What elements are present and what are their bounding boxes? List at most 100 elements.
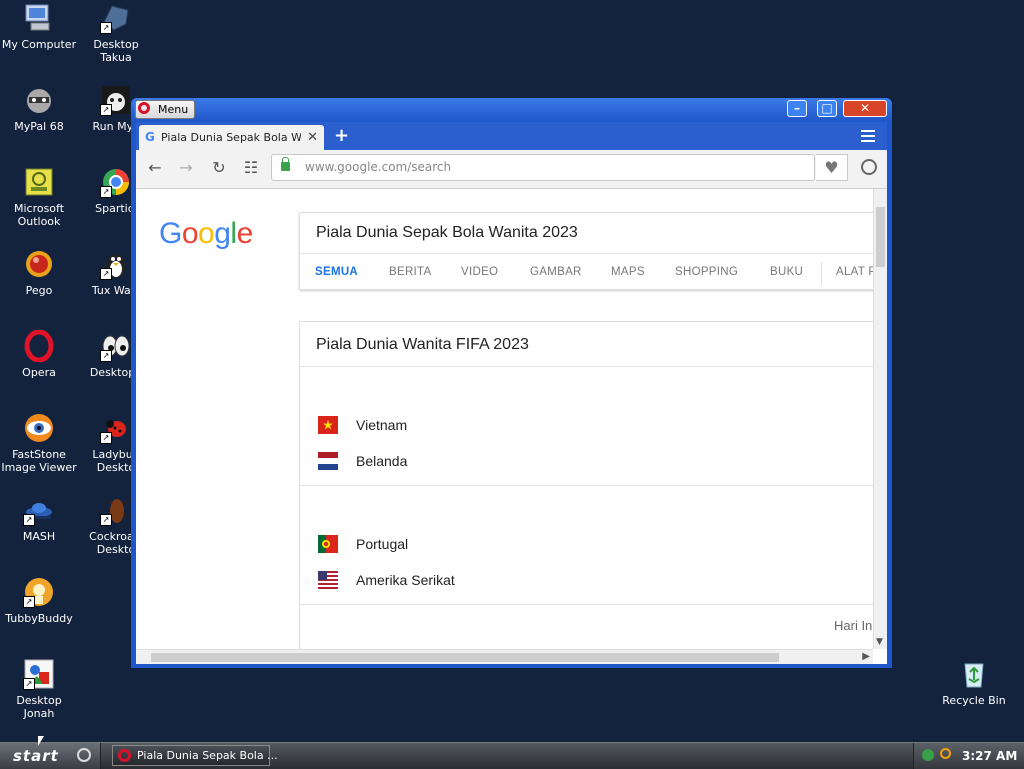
tab-close-icon[interactable]: ✕ (307, 125, 318, 150)
tab-video[interactable]: VIDEO (461, 266, 498, 278)
cat-icon: ↗ (100, 84, 132, 116)
team-name: Portugal (356, 536, 409, 552)
desktop-icon-desktop-jonah[interactable]: ↗ Desktop Jonah (0, 658, 78, 720)
google-logo-letter: o (181, 217, 199, 250)
desktop-icon-faststone[interactable]: FastStone Image Viewer (0, 412, 78, 474)
tab-semua[interactable]: SEMUA (315, 266, 358, 278)
desktop-icon-label: Desktop Jonah (16, 694, 62, 720)
desktop-icon-label: MASH (22, 530, 56, 543)
google-logo[interactable]: Google (159, 217, 253, 251)
title-bar[interactable]: Menu – □ ✕ (131, 98, 892, 122)
desktop-icon-label: TubbyBuddy (5, 612, 73, 625)
tab-shopping[interactable]: SHOPPING (675, 266, 738, 278)
sparticle-icon: ↗ (100, 166, 132, 198)
start-button[interactable]: start (0, 743, 101, 769)
maximize-button[interactable]: □ (817, 100, 837, 117)
desktop-icon-recycle-bin[interactable]: Recycle Bin (935, 658, 1013, 707)
tab-bar: G Piala Dunia Sepak Bola Wanita ✕ + (136, 122, 887, 150)
team-name: Belanda (356, 453, 408, 469)
address-bar[interactable]: www.google.com/search (271, 154, 815, 181)
cockroach-icon: ↗ (100, 494, 132, 526)
google-logo-letter: g (214, 217, 231, 250)
tubbybuddy-icon: ↗ (23, 576, 55, 608)
browser-window: Menu – □ ✕ G Piala Dunia Sepak Bola Wani… (131, 98, 892, 668)
opera-icon (118, 749, 131, 762)
account-icon[interactable] (861, 159, 877, 175)
takua-icon: ↗ (100, 2, 132, 34)
computer-icon (23, 2, 55, 34)
desktop-icon-desktop-takua[interactable]: ↗ Desktop Takua (77, 2, 155, 64)
result-title[interactable]: Piala Dunia Wanita FIFA 2023 (316, 336, 529, 354)
close-button[interactable]: ✕ (843, 100, 887, 117)
team-name: Vietnam (356, 417, 408, 433)
shortcut-arrow-icon: ↗ (23, 678, 35, 690)
new-tab-button[interactable]: + (334, 125, 349, 147)
scroll-down-icon[interactable]: ▼ (876, 637, 883, 647)
reload-button[interactable]: ↻ (210, 158, 228, 178)
outlook-icon (23, 166, 55, 198)
desktop-icon-tubbybuddy[interactable]: ↗ TubbyBuddy (0, 576, 78, 625)
search-box-card: Piala Dunia Sepak Bola Wanita 2023 SEMUA… (299, 212, 873, 290)
shortcut-arrow-icon: ↗ (100, 104, 112, 116)
browser-chrome: G Piala Dunia Sepak Bola Wanita ✕ + ← → … (136, 122, 887, 664)
opera-menu-button[interactable]: Menu (135, 100, 195, 119)
desktop-icon-label: My Computer (1, 38, 77, 51)
desktop-icon-label: Opera (22, 366, 56, 379)
bookmark-heart-icon[interactable]: ♥ (816, 154, 848, 181)
desktop-icon-outlook[interactable]: Microsoft Outlook (0, 166, 78, 228)
search-icon[interactable] (940, 748, 951, 759)
shortcut-arrow-icon: ↗ (100, 186, 112, 198)
divider (300, 366, 873, 367)
search-query[interactable]: Piala Dunia Sepak Bola Wanita 2023 (316, 224, 578, 242)
scroll-thumb[interactable] (151, 653, 779, 662)
minimize-button[interactable]: – (787, 100, 807, 117)
portugal-flag-icon (318, 535, 338, 553)
shortcut-arrow-icon: ↗ (23, 596, 35, 608)
page-content: Google Piala Dunia Sepak Bola Wanita 202… (136, 189, 873, 649)
shortcut-arrow-icon: ↗ (23, 514, 35, 526)
tab-buku[interactable]: BUKU (770, 266, 803, 278)
desktop-icon-label: FastStone Image Viewer (1, 448, 77, 474)
horizontal-scrollbar[interactable]: ▶ (136, 649, 873, 664)
back-button[interactable]: ← (146, 158, 164, 178)
clock[interactable]: 3:27 AM (962, 743, 1017, 769)
tab-menu-icon[interactable] (861, 130, 875, 142)
forward-button[interactable]: → (177, 158, 195, 178)
usa-flag-icon (318, 571, 338, 589)
start-orb-icon (77, 748, 91, 762)
network-icon[interactable] (922, 749, 934, 761)
tab-berita[interactable]: BERITA (389, 266, 431, 278)
tab-maps[interactable]: MAPS (611, 266, 645, 278)
vertical-scrollbar[interactable]: ▼ (873, 189, 887, 649)
raccoon-icon (23, 84, 55, 116)
opera-icon (138, 102, 150, 114)
shortcut-arrow-icon: ↗ (100, 432, 112, 444)
desktop-icon-pego[interactable]: Pego (0, 248, 78, 297)
taskbar-item-browser[interactable]: Piala Dunia Sepak Bola ... (112, 745, 278, 766)
pego-icon (23, 248, 55, 280)
speed-dial-icon[interactable]: ☷ (242, 158, 260, 178)
faststone-eye-icon (23, 412, 55, 444)
desktop-icon-mypal[interactable]: MyPal 68 (0, 84, 78, 133)
desktop-icon-opera[interactable]: Opera (0, 329, 78, 379)
taskbar-item-label: Piala Dunia Sepak Bola ... (137, 749, 278, 762)
divider (300, 485, 873, 486)
tab-alat[interactable]: ALAT P (836, 266, 873, 278)
divider (300, 604, 873, 605)
shortcut-arrow-icon: ↗ (100, 514, 112, 526)
desktop-icon-mash[interactable]: ↗ MASH (0, 494, 78, 543)
desktop-icon-label: Microsoft Outlook (13, 202, 65, 228)
search-tabs: SEMUA BERITA VIDEO GAMBAR MAPS SHOPPING … (300, 253, 873, 290)
scroll-thumb[interactable] (876, 207, 885, 267)
shortcut-arrow-icon: ↗ (100, 350, 112, 362)
mouse-cursor-icon (38, 736, 44, 746)
google-favicon-icon: G (145, 130, 155, 144)
scroll-right-icon[interactable]: ▶ (862, 651, 870, 662)
tab-divider (821, 262, 822, 286)
tab-gambar[interactable]: GAMBAR (530, 266, 582, 278)
desktop-icon-my-computer[interactable]: My Computer (0, 2, 78, 51)
tux-icon: ↗ (100, 248, 132, 280)
netherlands-flag-icon (318, 452, 338, 470)
tab-google-search[interactable]: G Piala Dunia Sepak Bola Wanita ✕ (139, 125, 324, 150)
shortcut-arrow-icon: ↗ (100, 268, 112, 280)
